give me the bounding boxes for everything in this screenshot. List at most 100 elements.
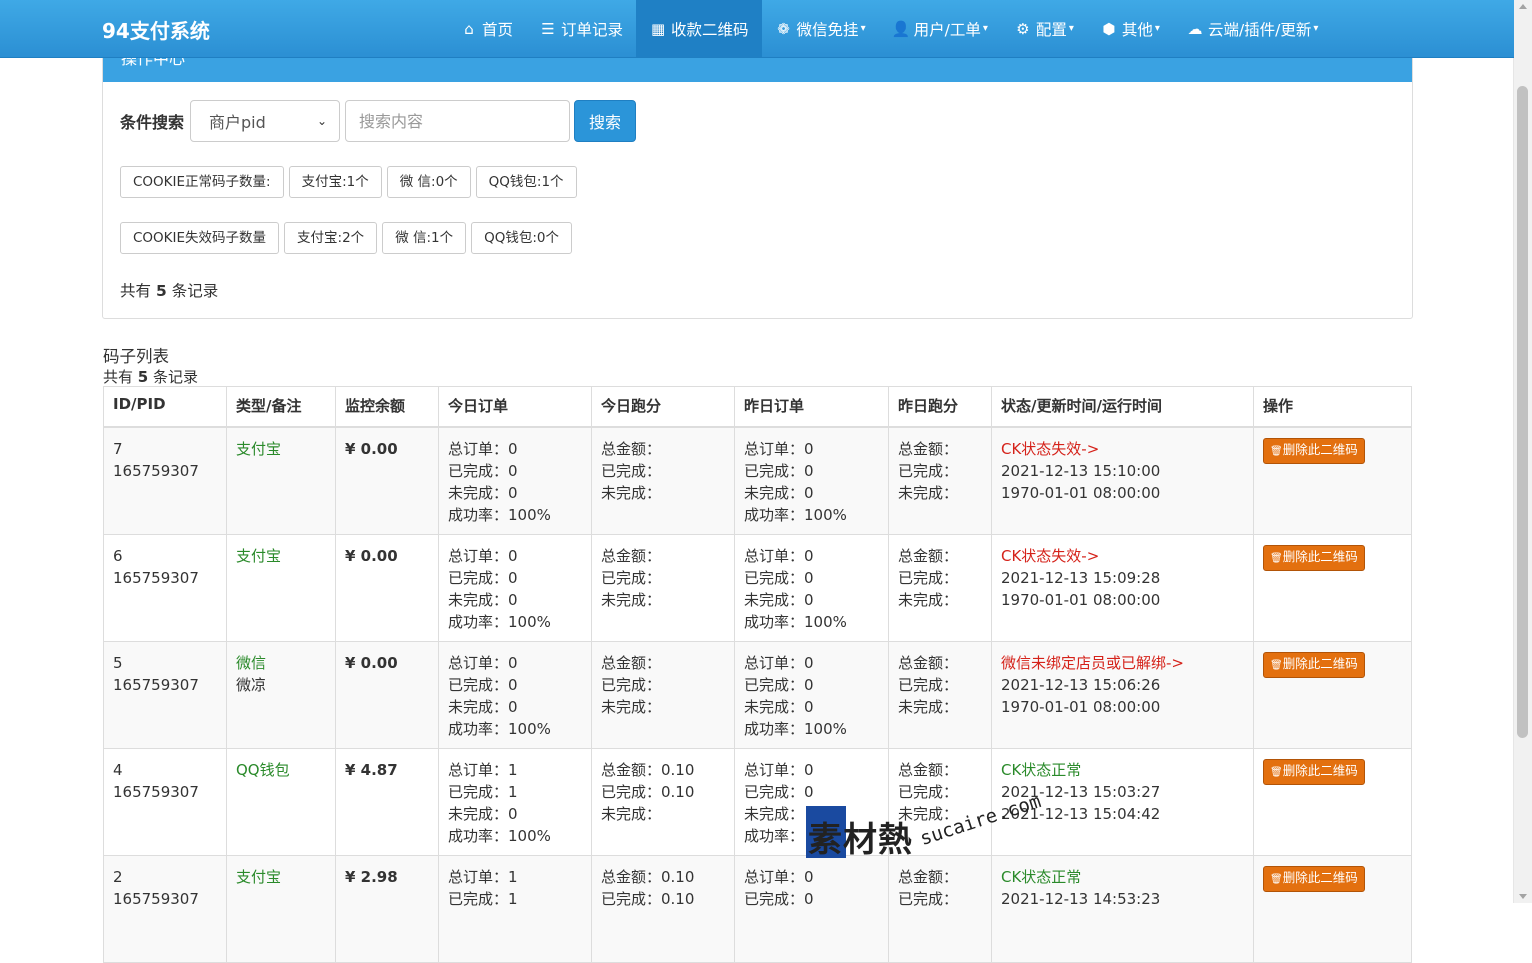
cell-line: 165759307 xyxy=(113,568,199,587)
cell-line: 165759307 xyxy=(113,782,199,801)
cell-line: 已完成：0 xyxy=(744,889,814,908)
search-label: 条件搜索 xyxy=(120,113,185,132)
scroll-thumb[interactable] xyxy=(1517,86,1528,738)
caret-down-icon: ▾ xyxy=(1154,23,1160,34)
cell-line: 总金额： xyxy=(898,760,959,779)
cell-balance: ¥ 4.87 xyxy=(335,747,439,856)
cell-line: 1970-01-01 08:00:00 xyxy=(1001,590,1161,609)
nav-item-5[interactable]: ⚙ 配置 ▾ xyxy=(1001,0,1087,57)
delete-qrcode-button[interactable]: 🗑删除此二维码 xyxy=(1263,651,1365,678)
cell-yest-orders: 总订单：0 已完成：0 xyxy=(734,854,889,963)
cell-line: 165759307 xyxy=(113,461,199,480)
cell-line: 2 xyxy=(113,867,123,886)
cell-line: 已完成：0 xyxy=(744,461,814,480)
nav-item-1[interactable]: ☰ 订单记录 xyxy=(526,0,636,57)
nav-item-7[interactable]: ☁ 云端/插件/更新 ▾ xyxy=(1173,0,1331,57)
nav-item-label: 首页 xyxy=(482,20,514,39)
search-input[interactable] xyxy=(345,100,570,142)
cell-yest-score: 总金额： 已完成： 未完成： xyxy=(888,426,992,535)
nav-item-2[interactable]: ▦ 收款二维码 xyxy=(636,0,762,57)
column-header: 今日订单 xyxy=(438,386,592,428)
count-chip: QQ钱包:0个 xyxy=(471,222,573,254)
cell-type: 支付宝 xyxy=(226,533,336,642)
cell-line: 165759307 xyxy=(113,889,199,908)
cell-line: 支付宝 xyxy=(236,546,282,565)
cell-line: ¥ 0.00 xyxy=(345,653,398,672)
brand-logo[interactable]: 94支付系统 xyxy=(102,15,210,44)
trash-icon: 🗑 xyxy=(1270,659,1283,671)
cell-today-score: 总金额：0.10 已完成：0.10 xyxy=(591,854,735,963)
cell-line: 成功率：100% xyxy=(448,612,551,631)
cookie-bad-row: COOKIE失效码子数量 支付宝:2个微 信:1个 QQ钱包:0个 xyxy=(120,222,577,254)
top-navbar: 94支付系统 ⌂ 首页 ☰ 订单记录 ▦ 收款二维码 ❁ 微信免挂 ▾ 👤 用户/工单 ▾ ⚙ 配置 ▾ ⬢ 其… xyxy=(0,0,1514,58)
trash-icon: 🗑 xyxy=(1270,552,1283,564)
watermark-text: 素材熱 xyxy=(808,820,913,860)
search-field-select[interactable]: 商户pid ⌄ xyxy=(190,100,340,142)
cell-line: 已完成： xyxy=(898,782,959,801)
record-total: 共有 5 条记录 xyxy=(120,282,219,300)
page-scrollbar[interactable] xyxy=(1513,0,1532,903)
cell-line: 成功率：100% xyxy=(448,826,551,845)
cell-yest-score: 总金额： 已完成： 未完成： xyxy=(888,640,992,749)
scroll-down-arrow-icon[interactable] xyxy=(1519,894,1527,899)
cell-today-orders: 总订单：0 已完成：0 未完成：0 成功率：100% xyxy=(438,533,592,642)
nav-item-label: 收款二维码 xyxy=(671,20,749,39)
nav-item-0[interactable]: ⌂ 首页 xyxy=(447,0,526,57)
delete-qrcode-button[interactable]: 🗑删除此二维码 xyxy=(1263,758,1365,785)
list-title: 码子列表 xyxy=(103,347,169,366)
cell-line: 未完成： xyxy=(601,804,662,823)
cell-line: 已完成：0 xyxy=(448,461,518,480)
delete-qrcode-button[interactable]: 🗑删除此二维码 xyxy=(1263,437,1365,464)
nav-item-3[interactable]: ❁ 微信免挂 ▾ xyxy=(762,0,879,57)
cell-line: 总金额： xyxy=(898,439,959,458)
chevron-down-icon: ⌄ xyxy=(316,114,327,128)
cell-line: 未完成：0 xyxy=(448,697,518,716)
cell-balance: ¥ 0.00 xyxy=(335,533,439,642)
cell-line: CK状态失效-> xyxy=(1001,439,1100,458)
cell-status: CK状态失效-> 2021-12-13 15:10:00 1970-01-01 08… xyxy=(991,426,1254,535)
cell-line: 已完成： xyxy=(898,568,959,587)
cell-line: 已完成：0.10 xyxy=(601,782,695,801)
cell-line: 已完成： xyxy=(601,675,662,694)
cell-id: 6 165759307 xyxy=(103,533,227,642)
search-button[interactable]: 搜索 xyxy=(574,100,636,142)
scroll-up-arrow-icon[interactable] xyxy=(1519,4,1527,9)
nav-item-6[interactable]: ⬢ 其他 ▾ xyxy=(1087,0,1173,57)
cell-line: 成功率：100% xyxy=(448,505,551,524)
cell-line: CK状态正常 xyxy=(1001,760,1082,779)
wechat-icon: ❁ xyxy=(777,19,790,38)
cell-line: 总订单：0 xyxy=(744,439,814,458)
cell-line: 未完成： xyxy=(601,483,662,502)
cell-type: QQ钱包 xyxy=(226,747,336,856)
nav-item-label: 配置 xyxy=(1035,20,1067,39)
nav-item-4[interactable]: 👤 用户/工单 ▾ xyxy=(879,0,1001,57)
trash-icon: 🗑 xyxy=(1270,873,1283,885)
column-header: 监控余额 xyxy=(335,386,439,428)
delete-qrcode-button[interactable]: 🗑删除此二维码 xyxy=(1263,865,1365,892)
cell-type: 微信 微凉 xyxy=(226,640,336,749)
cell-line: CK状态失效-> xyxy=(1001,546,1100,565)
cell-action: 🗑删除此二维码 xyxy=(1253,426,1412,535)
cell-line: 未完成：0 xyxy=(744,697,814,716)
cell-line: 未完成：0 xyxy=(448,804,518,823)
cell-id: 4 165759307 xyxy=(103,747,227,856)
cell-line: 未完成：0 xyxy=(744,483,814,502)
delete-qrcode-button[interactable]: 🗑删除此二维码 xyxy=(1263,544,1365,571)
cell-line: 2021-12-13 15:06:26 xyxy=(1001,675,1161,694)
cell-line: 总金额： xyxy=(601,439,662,458)
column-header: 类型/备注 xyxy=(226,386,336,428)
cell-line: 2021-12-13 15:10:00 xyxy=(1001,461,1161,480)
user-icon: 👤 xyxy=(891,19,911,38)
cell-line: 1970-01-01 08:00:00 xyxy=(1001,697,1161,716)
cell-line: 总金额： xyxy=(898,867,959,886)
nav-item-label: 云端/插件/更新 xyxy=(1207,20,1312,39)
cell-line: 成功率：100% xyxy=(744,505,847,524)
cell-line: 总订单：1 xyxy=(448,760,518,779)
cell-line: 总订单：0 xyxy=(744,867,814,886)
cell-line: 未完成： xyxy=(601,590,662,609)
cell-line: ¥ 2.98 xyxy=(345,867,398,886)
cell-line: 总订单：0 xyxy=(744,546,814,565)
gear-icon: ⚙ xyxy=(1016,19,1030,38)
cell-yest-score: 总金额： 已完成： 未完成： xyxy=(888,533,992,642)
cell-type: 支付宝 xyxy=(226,426,336,535)
